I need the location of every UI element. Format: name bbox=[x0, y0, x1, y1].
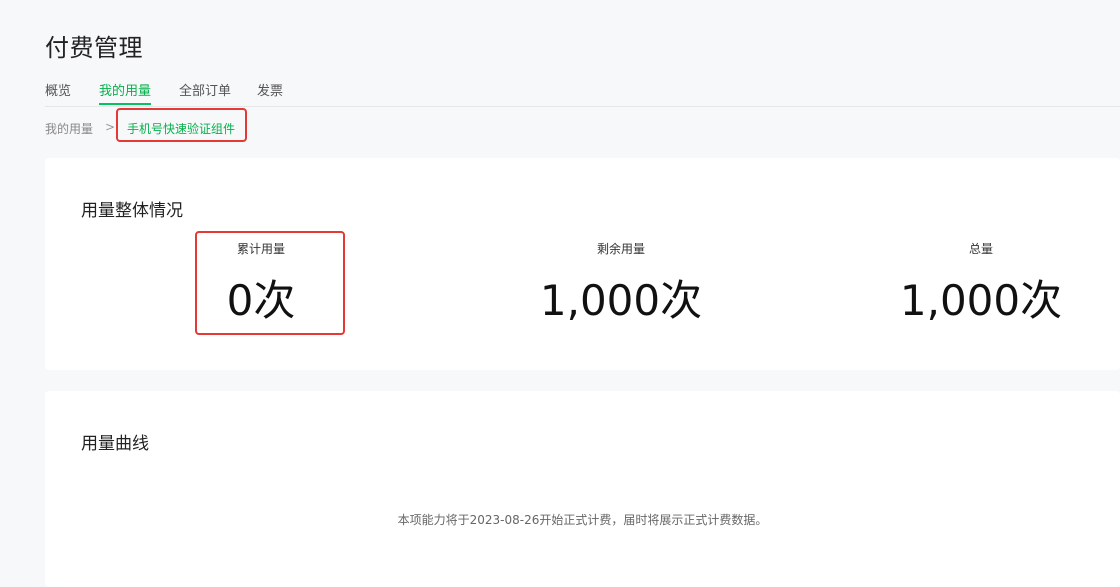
tab-all-orders[interactable]: 全部订单 bbox=[179, 80, 231, 99]
stat-value: 1,000次 bbox=[899, 276, 1063, 325]
usage-curve-card: 用量曲线 本项能力将于2023-08-26开始正式计费，届时将展示正式计费数据。 bbox=[45, 391, 1120, 587]
page-title: 付费管理 bbox=[45, 34, 143, 62]
annotation-box-cumulative-usage bbox=[195, 231, 345, 335]
curve-title: 用量曲线 bbox=[81, 434, 149, 454]
tab-overview[interactable]: 概览 bbox=[45, 80, 71, 99]
billing-page: 付费管理 概览 我的用量 全部订单 发票 我的用量 > 手机号快速验证组件 用量… bbox=[0, 0, 1120, 587]
breadcrumb-root-link[interactable]: 我的用量 bbox=[45, 120, 93, 137]
tab-invoice[interactable]: 发票 bbox=[257, 80, 283, 99]
overview-title: 用量整体情况 bbox=[81, 201, 183, 221]
chevron-right-icon: > bbox=[105, 120, 116, 134]
active-tab-indicator bbox=[99, 103, 151, 105]
annotation-box-breadcrumb bbox=[116, 108, 247, 142]
stat-remaining-usage: 剩余用量 1,000次 bbox=[511, 240, 731, 325]
stat-label: 剩余用量 bbox=[596, 242, 645, 256]
stat-value: 1,000次 bbox=[539, 276, 703, 325]
stat-label: 总量 bbox=[968, 242, 993, 256]
empty-state-message: 本项能力将于2023-08-26开始正式计费，届时将展示正式计费数据。 bbox=[397, 513, 768, 527]
stat-total-usage: 总量 1,000次 bbox=[871, 240, 1091, 325]
tab-my-usage[interactable]: 我的用量 bbox=[99, 80, 151, 99]
tab-bar: 概览 我的用量 全部订单 发票 bbox=[45, 76, 1120, 107]
